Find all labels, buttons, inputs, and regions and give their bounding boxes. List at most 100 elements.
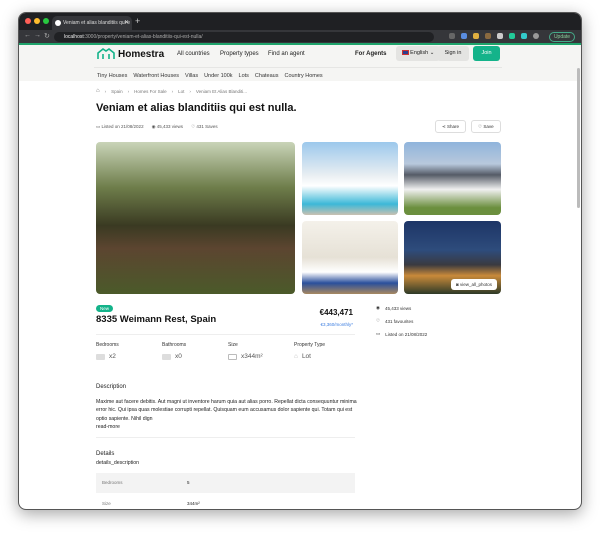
site-header: Homestra All countries Property types Fi… [19,45,581,81]
minimize-window-button[interactable] [34,18,40,24]
view-all-photos-label: view_all_photos [459,282,492,287]
house-logo-icon [97,48,115,59]
breadcrumb-spain[interactable]: Spain [111,89,123,94]
reload-icon[interactable]: ↻ [44,32,50,40]
property-photo[interactable]: ◙ view_all_photos [404,221,501,294]
tab-title: Veniam et alias blanditiis qui e [63,20,130,26]
feature-label: Bedrooms [96,342,119,348]
feature-label: Size [228,342,238,348]
listed-date: ▭ Listed on 21/08/2022 [96,124,144,130]
divider [96,437,355,438]
description-body: Maxime aut facere debitis. Aut magni ut … [96,399,357,422]
property-address: 8335 Weimann Rest, Spain [96,314,217,325]
extension-icon[interactable] [473,33,479,39]
view-all-photos-button[interactable]: ◙ view_all_photos [450,279,497,290]
row-value: 344m² [187,501,200,506]
browser-tab[interactable]: Veniam et alias blanditiis qui e ✕ [52,16,132,30]
nav-for-agents[interactable]: For Agents [355,51,386,57]
extension-icon[interactable] [485,33,491,39]
calendar-icon: ▭ [96,124,101,129]
join-button[interactable]: Join [473,46,500,61]
heart-icon: ♡ [376,318,381,323]
category-chateaus[interactable]: Chateaus [255,73,279,79]
nav-property-types[interactable]: Property types [220,51,259,57]
url-host: localhost [64,33,84,40]
feature-value: x344m² [241,353,263,360]
back-icon[interactable]: ← [24,32,31,39]
side-favourites: ♡ 431 favourites [376,318,413,324]
saves: ♡ 431 Saves [191,124,218,130]
profile-avatar[interactable] [533,33,539,39]
read-more-link[interactable]: read-more [96,424,120,430]
house-icon: ⌂ [294,353,298,360]
update-button[interactable]: Update [549,31,575,42]
extension-icon[interactable] [509,33,515,39]
close-tab-icon[interactable]: ✕ [124,16,129,30]
tab-bar: Veniam et alias blanditiis qui e ✕ + [19,13,581,30]
eye-icon: ◉ [151,124,156,129]
maximize-window-button[interactable] [43,18,49,24]
brand-name: Homestra [118,48,165,60]
sign-in-button[interactable]: Sign in [437,46,469,61]
extension-icon[interactable] [449,33,455,39]
category-waterfront-houses[interactable]: Waterfront Houses [133,73,179,79]
side-views-text: 45,433 views [384,305,412,311]
category-under-100k[interactable]: Under 100k [204,73,232,79]
breadcrumb-homes-for-sale[interactable]: Homes For Sale [134,89,167,94]
main-property-photo[interactable] [96,142,295,294]
forward-icon[interactable]: → [34,32,41,39]
extension-icon[interactable] [497,33,503,39]
breadcrumb-lot[interactable]: Lot [178,89,184,94]
url-path: :3000/property/veniam-et-alias-blanditii… [83,33,203,40]
language-select[interactable]: English ⌄ [396,46,440,61]
feature-property-type: Property Type ⌂ Lot [294,342,325,360]
details-heading: Details [96,451,115,457]
description-text: Maxime aut facere debitis. Aut magni ut … [96,398,358,432]
calendar-icon: ▭ [376,331,381,336]
side-favourites-text: 431 favourites [385,318,414,324]
property-photo[interactable] [302,221,398,294]
new-badge: New [96,305,114,312]
feature-value: Lot [301,353,311,360]
category-villas[interactable]: Villas [185,73,198,79]
bathtub-icon [162,353,171,360]
home-icon[interactable]: ⌂ [96,88,100,94]
side-listed-text: Listed on 21/08/2022 [385,331,428,337]
share-icon: ⋖ [442,124,446,129]
listing-meta: ▭ Listed on 21/08/2022 ◉ 45,433 views ♡ … [96,124,218,130]
row-label: Size [102,501,111,506]
saves-text: 431 Saves [196,124,218,129]
eye-icon: ◉ [376,305,380,310]
brand-logo[interactable]: Homestra [97,48,164,60]
nav-find-agent[interactable]: Find an agent [268,51,305,57]
scrollbar[interactable] [577,68,580,208]
area-icon [228,353,237,360]
property-photo[interactable] [302,142,398,215]
new-tab-button[interactable]: + [135,16,140,26]
camera-icon: ◙ [455,282,459,287]
nav-all-countries[interactable]: All countries [177,51,210,57]
table-row: Bedrooms 5 [96,473,355,493]
category-country-homes[interactable]: Country Homes [284,73,322,79]
extension-icon[interactable] [521,33,527,39]
url-input[interactable]: localhost:3000/property/veniam-et-alias-… [54,31,434,42]
feature-size: Size x344m² [228,342,263,360]
close-window-button[interactable] [25,18,31,24]
bed-icon [96,353,105,360]
side-listed: ▭ Listed on 21/08/2022 [376,331,427,337]
share-label: Share [447,124,460,129]
feature-value: x0 [175,353,182,360]
category-lots[interactable]: Lots [239,73,249,79]
category-nav: Tiny Houses Waterfront Houses Villas Und… [94,67,502,79]
side-views: ◉ 45,433 views [376,305,411,311]
views: ◉ 45,433 views [152,124,183,130]
heart-icon: ♡ [478,124,483,129]
save-button[interactable]: ♡ Save [471,120,501,133]
extension-icon[interactable] [461,33,467,39]
category-tiny-houses[interactable]: Tiny Houses [97,73,127,79]
property-photo[interactable] [404,142,501,215]
share-button[interactable]: ⋖ Share [435,120,467,133]
table-row: Size 344m² [96,494,355,509]
monthly-price-link[interactable]: €3,360/monthly* [320,322,353,327]
details-description: details_description [96,460,139,466]
